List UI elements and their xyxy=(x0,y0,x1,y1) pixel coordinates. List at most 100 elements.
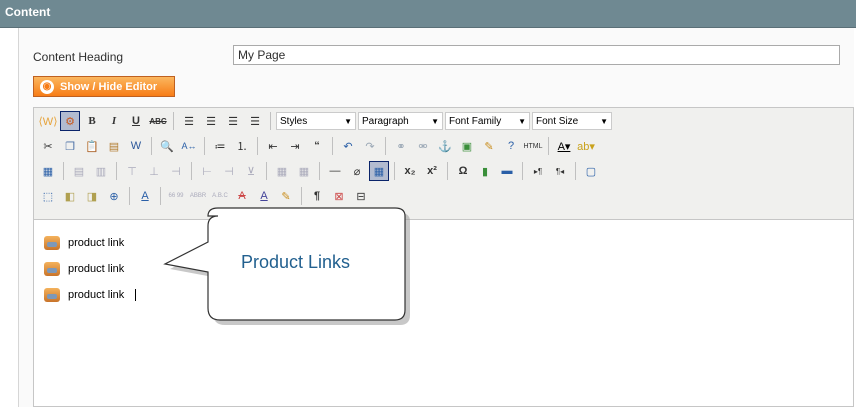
show-hide-editor-label: Show / Hide Editor xyxy=(60,80,158,93)
editor-content[interactable]: product link product link product link xyxy=(34,220,853,318)
bold-icon[interactable]: B xyxy=(82,111,102,131)
copy-icon[interactable]: ❐ xyxy=(60,136,80,156)
insert-table-icon[interactable]: ▦ xyxy=(38,161,58,181)
redo-icon[interactable]: ↷ xyxy=(360,136,380,156)
toolbar-separator xyxy=(575,162,576,180)
variable-icon[interactable]: ⚙ xyxy=(60,111,80,131)
toolbar-separator xyxy=(548,137,549,155)
format-select[interactable]: Paragraph ▼ xyxy=(358,112,443,130)
subscript-icon[interactable]: x₂ xyxy=(400,161,420,181)
toolbar-separator xyxy=(151,137,152,155)
insert-row-after-icon[interactable]: ⊥ xyxy=(144,161,164,181)
horizontal-rule-icon[interactable]: — xyxy=(325,161,345,181)
help-icon[interactable]: ? xyxy=(501,136,521,156)
paste-icon[interactable]: 📋 xyxy=(82,136,102,156)
product-link-icon xyxy=(44,262,60,276)
toolbar-separator xyxy=(266,162,267,180)
insert-col-before-icon[interactable]: ⊢ xyxy=(197,161,217,181)
insert-col-after-icon[interactable]: ⊣ xyxy=(219,161,239,181)
align-justify-icon[interactable]: ☰ xyxy=(245,111,265,131)
find-icon[interactable]: 🔍 xyxy=(157,136,177,156)
product-link-item[interactable]: product link xyxy=(44,256,843,282)
toolbar-separator xyxy=(522,162,523,180)
paste-text-icon[interactable]: ▤ xyxy=(104,136,124,156)
numbered-list-icon[interactable]: ⒈ xyxy=(232,136,252,156)
content-heading-label: Content Heading xyxy=(33,50,124,64)
rtl-icon[interactable]: ¶◂ xyxy=(550,161,570,181)
toolbar-separator xyxy=(204,137,205,155)
unlink-icon[interactable]: ⚮ xyxy=(413,136,433,156)
product-link-item[interactable]: product link xyxy=(44,282,843,308)
toolbar-separator xyxy=(173,112,174,130)
align-center-icon[interactable]: ☰ xyxy=(201,111,221,131)
media-icon[interactable]: ▮ xyxy=(475,161,495,181)
anchor-icon[interactable]: ⚓ xyxy=(435,136,455,156)
del-icon[interactable]: A xyxy=(232,186,252,206)
attribs-icon[interactable]: ✎ xyxy=(276,186,296,206)
underline-icon[interactable]: U xyxy=(126,111,146,131)
cleanup-icon[interactable]: ✎ xyxy=(479,136,499,156)
section-header: Content xyxy=(0,0,856,28)
toolbar-separator xyxy=(319,162,320,180)
delete-col-icon[interactable]: ⊻ xyxy=(241,161,261,181)
content-heading-input[interactable] xyxy=(233,45,840,65)
styles-select[interactable]: Styles ▼ xyxy=(276,112,356,130)
delete-row-icon[interactable]: ⊣ xyxy=(166,161,186,181)
replace-icon[interactable]: A↔ xyxy=(179,136,199,156)
outdent-icon[interactable]: ⇤ xyxy=(263,136,283,156)
link-icon[interactable]: ⚭ xyxy=(391,136,411,156)
product-link-label: product link xyxy=(68,263,125,275)
toolbar-row-1: ⟨W⟩ ⚙ B I U ABC ☰ ☰ ☰ ☰ Styles ▼ Paragrap… xyxy=(38,110,849,132)
toolbar-separator xyxy=(257,137,258,155)
insert-row-before-icon[interactable]: ⊤ xyxy=(122,161,142,181)
font-family-select[interactable]: Font Family ▼ xyxy=(445,112,530,130)
move-backward-icon[interactable]: ◨ xyxy=(82,186,102,206)
show-blocks-icon[interactable]: ¶ xyxy=(307,186,327,206)
show-hide-editor-button[interactable]: ◉ Show / Hide Editor xyxy=(33,76,175,97)
absolute-icon[interactable]: ⊕ xyxy=(104,186,124,206)
row-props-icon[interactable]: ▤ xyxy=(69,161,89,181)
bullet-list-icon[interactable]: ≔ xyxy=(210,136,230,156)
html-source-icon[interactable]: HTML xyxy=(523,136,543,156)
indent-icon[interactable]: ⇥ xyxy=(285,136,305,156)
superscript-icon[interactable]: x² xyxy=(422,161,442,181)
image-icon[interactable]: ▣ xyxy=(457,136,477,156)
toolbar-separator xyxy=(394,162,395,180)
split-cells-icon[interactable]: ▦ xyxy=(272,161,292,181)
chevron-down-icon: ▼ xyxy=(431,116,439,126)
align-right-icon[interactable]: ☰ xyxy=(223,111,243,131)
remove-format-icon[interactable]: ⌀ xyxy=(347,161,367,181)
product-link-icon xyxy=(44,236,60,250)
visual-aid-icon[interactable]: ▦ xyxy=(369,161,389,181)
styleprops-icon[interactable]: A xyxy=(135,186,155,206)
blockquote-icon[interactable]: “ xyxy=(307,136,327,156)
toolbar-separator xyxy=(63,162,64,180)
text-color-icon[interactable]: A▾ xyxy=(554,136,574,156)
ltr-icon[interactable]: ▸¶ xyxy=(528,161,548,181)
strikethrough-icon[interactable]: ABC xyxy=(148,111,168,131)
italic-icon[interactable]: I xyxy=(104,111,124,131)
advanced-hr-icon[interactable]: ▬ xyxy=(497,161,517,181)
paste-word-icon[interactable]: W xyxy=(126,136,146,156)
nonbreaking-icon[interactable]: ⊠ xyxy=(329,186,349,206)
cite-icon[interactable]: 66 99 xyxy=(166,186,186,206)
product-link-item[interactable]: product link xyxy=(44,230,843,256)
font-size-select[interactable]: Font Size ▼ xyxy=(532,112,612,130)
ins-icon[interactable]: A xyxy=(254,186,274,206)
abbr-icon[interactable]: ABBR xyxy=(188,186,208,206)
page-break-icon[interactable]: ⊟ xyxy=(351,186,371,206)
cut-icon[interactable]: ✂ xyxy=(38,136,58,156)
undo-icon[interactable]: ↶ xyxy=(338,136,358,156)
move-forward-icon[interactable]: ◧ xyxy=(60,186,80,206)
insert-layer-icon[interactable]: ⬚ xyxy=(38,186,58,206)
align-left-icon[interactable]: ☰ xyxy=(179,111,199,131)
acronym-icon[interactable]: A.B.C xyxy=(210,186,230,206)
merge-cells-icon[interactable]: ▦ xyxy=(294,161,314,181)
fullscreen-icon[interactable]: ▢ xyxy=(581,161,601,181)
widget-icon[interactable]: ⟨W⟩ xyxy=(38,111,58,131)
background-color-icon[interactable]: ab▾ xyxy=(576,136,596,156)
editor-toolbar: ⟨W⟩ ⚙ B I U ABC ☰ ☰ ☰ ☰ Styles ▼ Paragrap… xyxy=(34,108,853,220)
special-char-icon[interactable]: Ω xyxy=(453,161,473,181)
toolbar-separator xyxy=(270,112,271,130)
cell-props-icon[interactable]: ▥ xyxy=(91,161,111,181)
